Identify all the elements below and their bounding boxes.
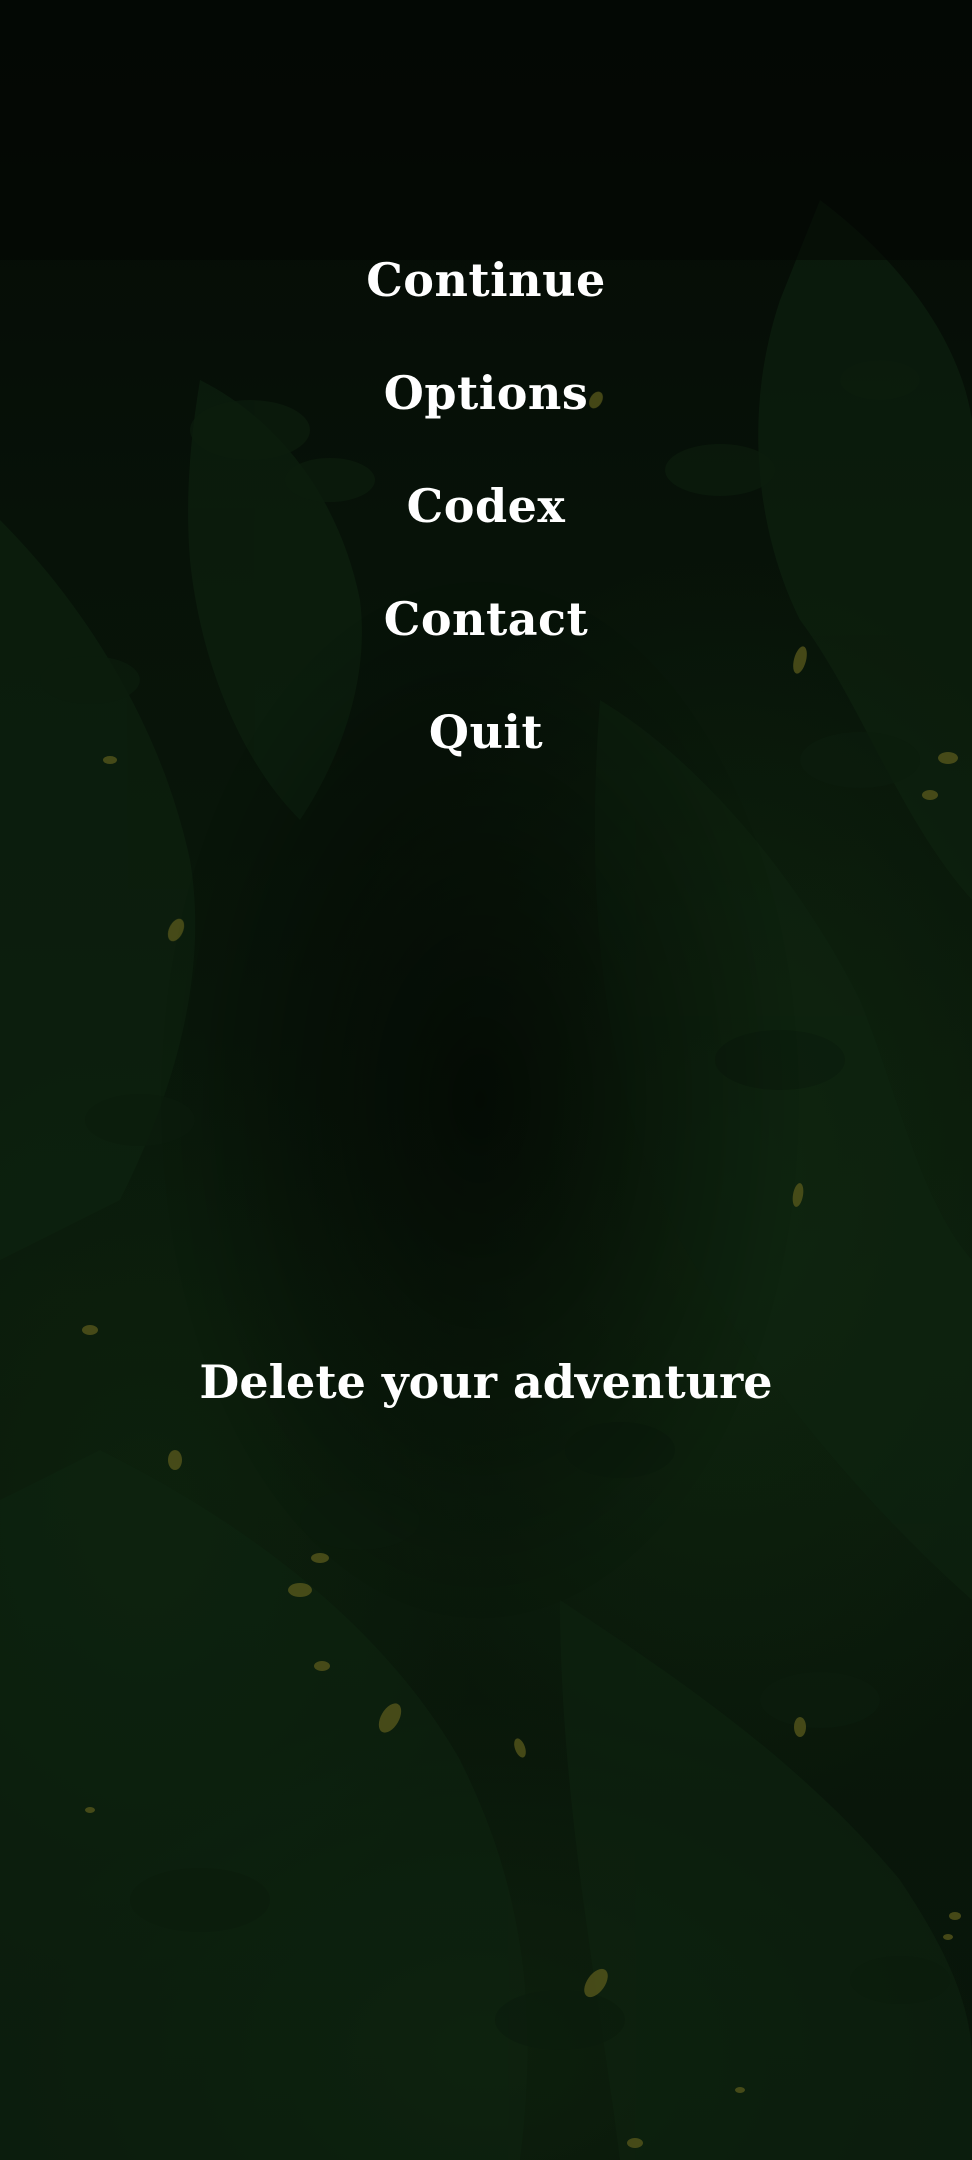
delete-adventure-button[interactable]: Delete your adventure — [0, 1355, 972, 1409]
continue-button[interactable]: Continue — [366, 245, 606, 358]
contact-button[interactable]: Contact — [384, 584, 589, 697]
main-menu-screen: Continue Options Codex Contact Quit Dele… — [0, 0, 972, 2160]
codex-button[interactable]: Codex — [407, 471, 566, 584]
options-button[interactable]: Options — [384, 358, 588, 471]
main-menu: Continue Options Codex Contact Quit — [0, 245, 972, 810]
quit-button[interactable]: Quit — [429, 697, 543, 810]
